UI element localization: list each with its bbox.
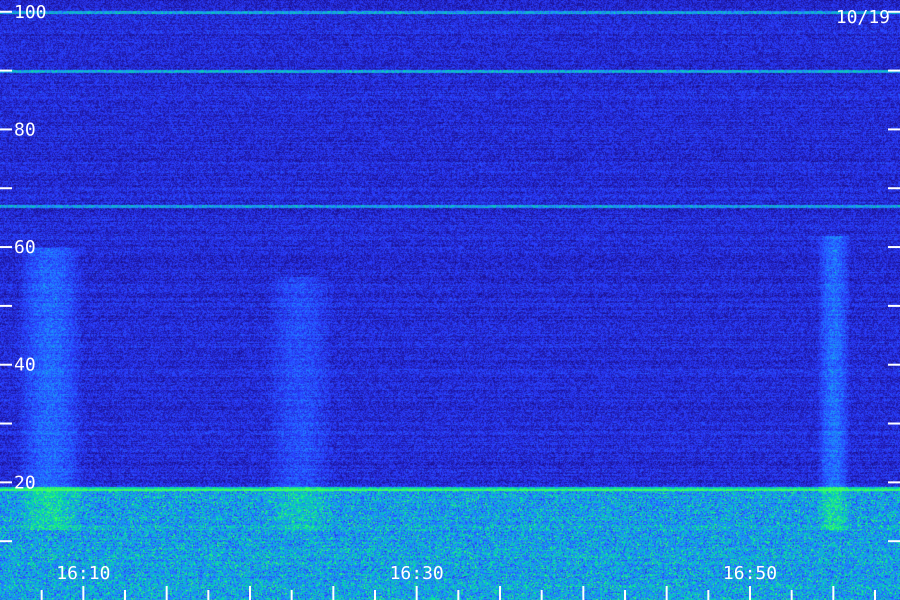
y-tick-label: 20	[14, 472, 36, 493]
date-label: 10/19	[836, 7, 890, 28]
x-axis-ticks: 16:10 16:30 16:50	[40, 563, 876, 600]
x-tick-label: 16:50	[723, 563, 777, 584]
y-tick-label: 40	[14, 355, 36, 376]
y-tick-label: 60	[14, 237, 36, 258]
axes-overlay: 20 40 60 80 100 16:10 16:30 16:50 10/19	[0, 2, 900, 600]
x-tick-label: 16:10	[56, 563, 110, 584]
y-tick-label: 80	[14, 119, 36, 140]
y-tick-label: 100	[14, 2, 47, 23]
y-axis-ticks: 20 40 60 80 100	[0, 2, 900, 543]
x-tick-label: 16:30	[390, 563, 444, 584]
